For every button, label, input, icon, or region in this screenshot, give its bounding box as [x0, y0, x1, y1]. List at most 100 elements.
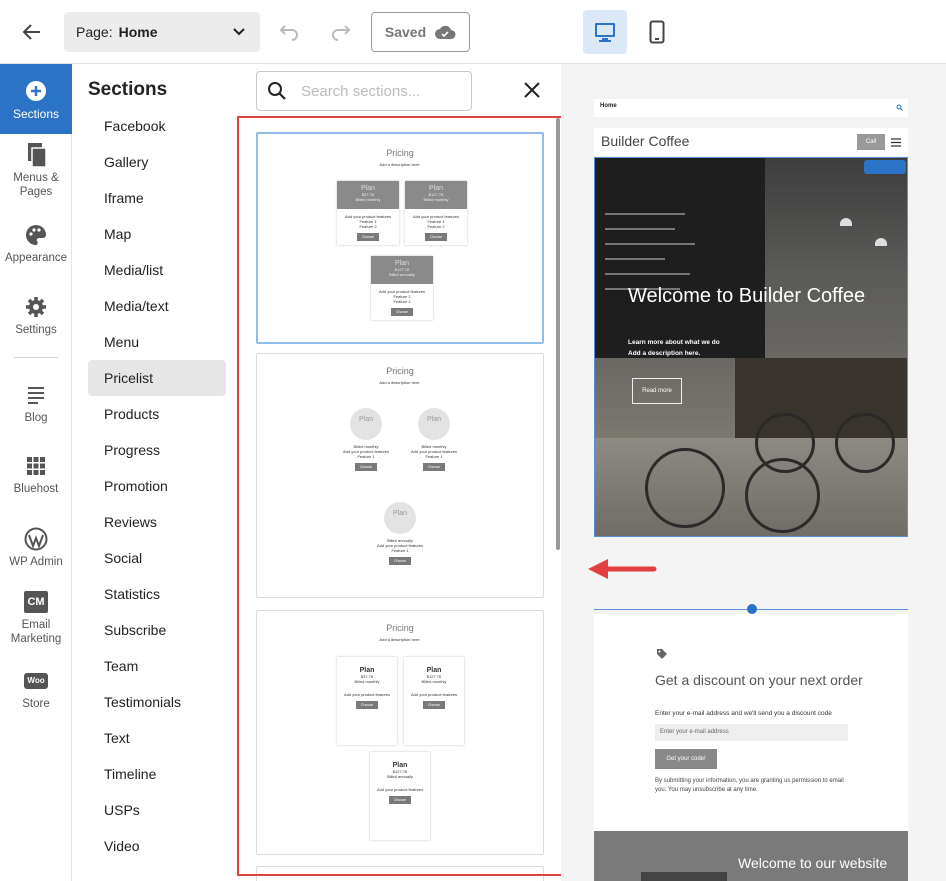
- section-item-usps[interactable]: USPs: [88, 792, 226, 828]
- plan-circle: Plan Billed annually Add your product fe…: [369, 502, 431, 565]
- section-item-social[interactable]: Social: [88, 540, 226, 576]
- section-item-team[interactable]: Team: [88, 648, 226, 684]
- welcome-image: [641, 872, 727, 881]
- page-selector[interactable]: Page: Home: [64, 12, 260, 52]
- close-button[interactable]: [518, 76, 546, 104]
- plan-card: Plan $127.76 Billed monthly Add your produ…: [405, 181, 467, 245]
- undo-button[interactable]: [277, 20, 301, 49]
- nav-blog-label: Blog: [24, 412, 48, 424]
- section-item-facebook[interactable]: Facebook: [88, 108, 226, 144]
- board-line: [605, 273, 690, 275]
- email-field[interactable]: Enter your e-mail address: [655, 724, 848, 741]
- plan-name: Plan: [426, 667, 442, 674]
- choose-button: Choose: [388, 796, 412, 804]
- preview-pricing-3[interactable]: Pricing Add a description here. Plan $37…: [256, 610, 544, 855]
- saved-button[interactable]: Saved: [371, 12, 470, 52]
- plan-features: Add your product features: [376, 787, 424, 792]
- undo-icon: [279, 25, 298, 41]
- section-item-statistics[interactable]: Statistics: [88, 576, 226, 612]
- site-nav-home[interactable]: Home: [600, 103, 617, 109]
- previews-scrollbar[interactable]: [556, 118, 560, 550]
- section-item-timeline[interactable]: Timeline: [88, 756, 226, 792]
- choose-button: Choose: [422, 701, 446, 709]
- board-line: [605, 258, 665, 260]
- choose-button: Choose: [388, 557, 412, 565]
- section-item-media-text[interactable]: Media/text: [88, 288, 226, 324]
- preview-pricing-2[interactable]: Pricing Add a description here. Plan Bil…: [256, 353, 544, 598]
- mobile-view-button[interactable]: [640, 10, 674, 54]
- plan-circle: Plan Billed monthly Add your product fea…: [403, 408, 465, 471]
- cm-icon: CM: [24, 589, 48, 615]
- board-line: [605, 243, 695, 245]
- section-item-testimonials[interactable]: Testimonials: [88, 684, 226, 720]
- section-item-text[interactable]: Text: [88, 720, 226, 756]
- search-icon: [268, 82, 286, 100]
- section-item-products[interactable]: Products: [88, 396, 226, 432]
- redo-button[interactable]: [329, 20, 353, 49]
- desktop-view-button[interactable]: [583, 10, 627, 54]
- site-call-button[interactable]: Call: [857, 134, 885, 150]
- choose-button: Choose: [424, 233, 448, 241]
- nav-sections-label: Sections: [12, 107, 60, 121]
- section-item-progress[interactable]: Progress: [88, 432, 226, 468]
- plan-name: Plan: [394, 260, 409, 267]
- search-input[interactable]: [301, 82, 451, 100]
- close-icon: [524, 82, 540, 98]
- preview-title: Pricing: [386, 148, 414, 158]
- nav-store-label: Store: [22, 698, 50, 710]
- bike-wheel: [755, 413, 815, 473]
- read-more-button[interactable]: Read more: [632, 378, 682, 404]
- nav-menus-pages[interactable]: Menus & Pages: [0, 142, 72, 199]
- preview-pricing-1[interactable]: Pricing Add a description here. Plan $37.…: [256, 132, 544, 344]
- nav-bluehost-label: Bluehost: [13, 483, 59, 495]
- section-item-reviews[interactable]: Reviews: [88, 504, 226, 540]
- section-item-subscribe[interactable]: Subscribe: [88, 612, 226, 648]
- nav-appearance[interactable]: Appearance: [0, 222, 72, 265]
- nav-pages-label: Pages: [19, 186, 53, 198]
- section-item-menu[interactable]: Menu: [88, 324, 226, 360]
- discount-section[interactable]: [594, 614, 908, 831]
- hero-controls[interactable]: [864, 160, 906, 174]
- menu-icon[interactable]: [891, 138, 901, 147]
- nav-settings-label: Settings: [15, 324, 57, 336]
- nav-blog[interactable]: Blog: [0, 382, 72, 425]
- nav-bluehost[interactable]: Bluehost: [0, 453, 72, 496]
- section-item-video[interactable]: Video: [88, 828, 226, 864]
- section-item-pricelist[interactable]: Pricelist: [88, 360, 226, 396]
- hero-image-board: [595, 158, 765, 358]
- nav-store[interactable]: Woo Store: [0, 668, 72, 711]
- section-item-promotion[interactable]: Promotion: [88, 468, 226, 504]
- site-brand[interactable]: Builder Coffee: [601, 133, 689, 149]
- nav-settings[interactable]: Settings: [0, 294, 72, 337]
- plan-feature1: Feature 1: [425, 454, 443, 459]
- hero-description: Learn more about what we do Add a descri…: [628, 337, 828, 359]
- preview-subtitle: Add a description here.: [379, 380, 421, 385]
- get-code-button[interactable]: Get your code!: [655, 749, 717, 769]
- nav-sections[interactable]: Sections: [0, 64, 72, 134]
- plan-name: Plan: [428, 185, 443, 192]
- mobile-icon: [649, 20, 665, 44]
- plan-card: Plan $37.76 Billed monthly Add your produc…: [337, 181, 399, 245]
- plan-feature1: Feature 1: [357, 454, 375, 459]
- plan-name: Plan: [359, 667, 375, 674]
- section-item-iframe[interactable]: Iframe: [88, 180, 226, 216]
- section-item-media-list[interactable]: Media/list: [88, 252, 226, 288]
- preview-pricing-4[interactable]: [256, 866, 544, 881]
- choose-button: Choose: [390, 308, 414, 316]
- plan-feature2: Feature 2: [393, 299, 411, 304]
- redo-icon: [332, 25, 351, 41]
- section-item-gallery[interactable]: Gallery: [88, 144, 226, 180]
- section-item-map[interactable]: Map: [88, 216, 226, 252]
- nav-email-marketing[interactable]: CM Email Marketing: [0, 589, 72, 646]
- plan-name: Plan: [426, 416, 441, 423]
- nav-wp-admin[interactable]: WP Admin: [0, 526, 72, 569]
- site-search-icon: [896, 104, 903, 111]
- plan-circle: Plan Billed monthly Add your product fea…: [335, 408, 397, 471]
- nav-marketing-label: Marketing: [10, 633, 62, 645]
- plan-billing: Billed monthly: [355, 197, 381, 202]
- bike-wheel: [835, 413, 895, 473]
- plan-card: Plan $127.76 Billed annually Add your prod…: [371, 256, 433, 320]
- back-button[interactable]: [14, 16, 50, 48]
- add-section-dot[interactable]: [747, 604, 757, 614]
- hero-lamp: [875, 238, 887, 246]
